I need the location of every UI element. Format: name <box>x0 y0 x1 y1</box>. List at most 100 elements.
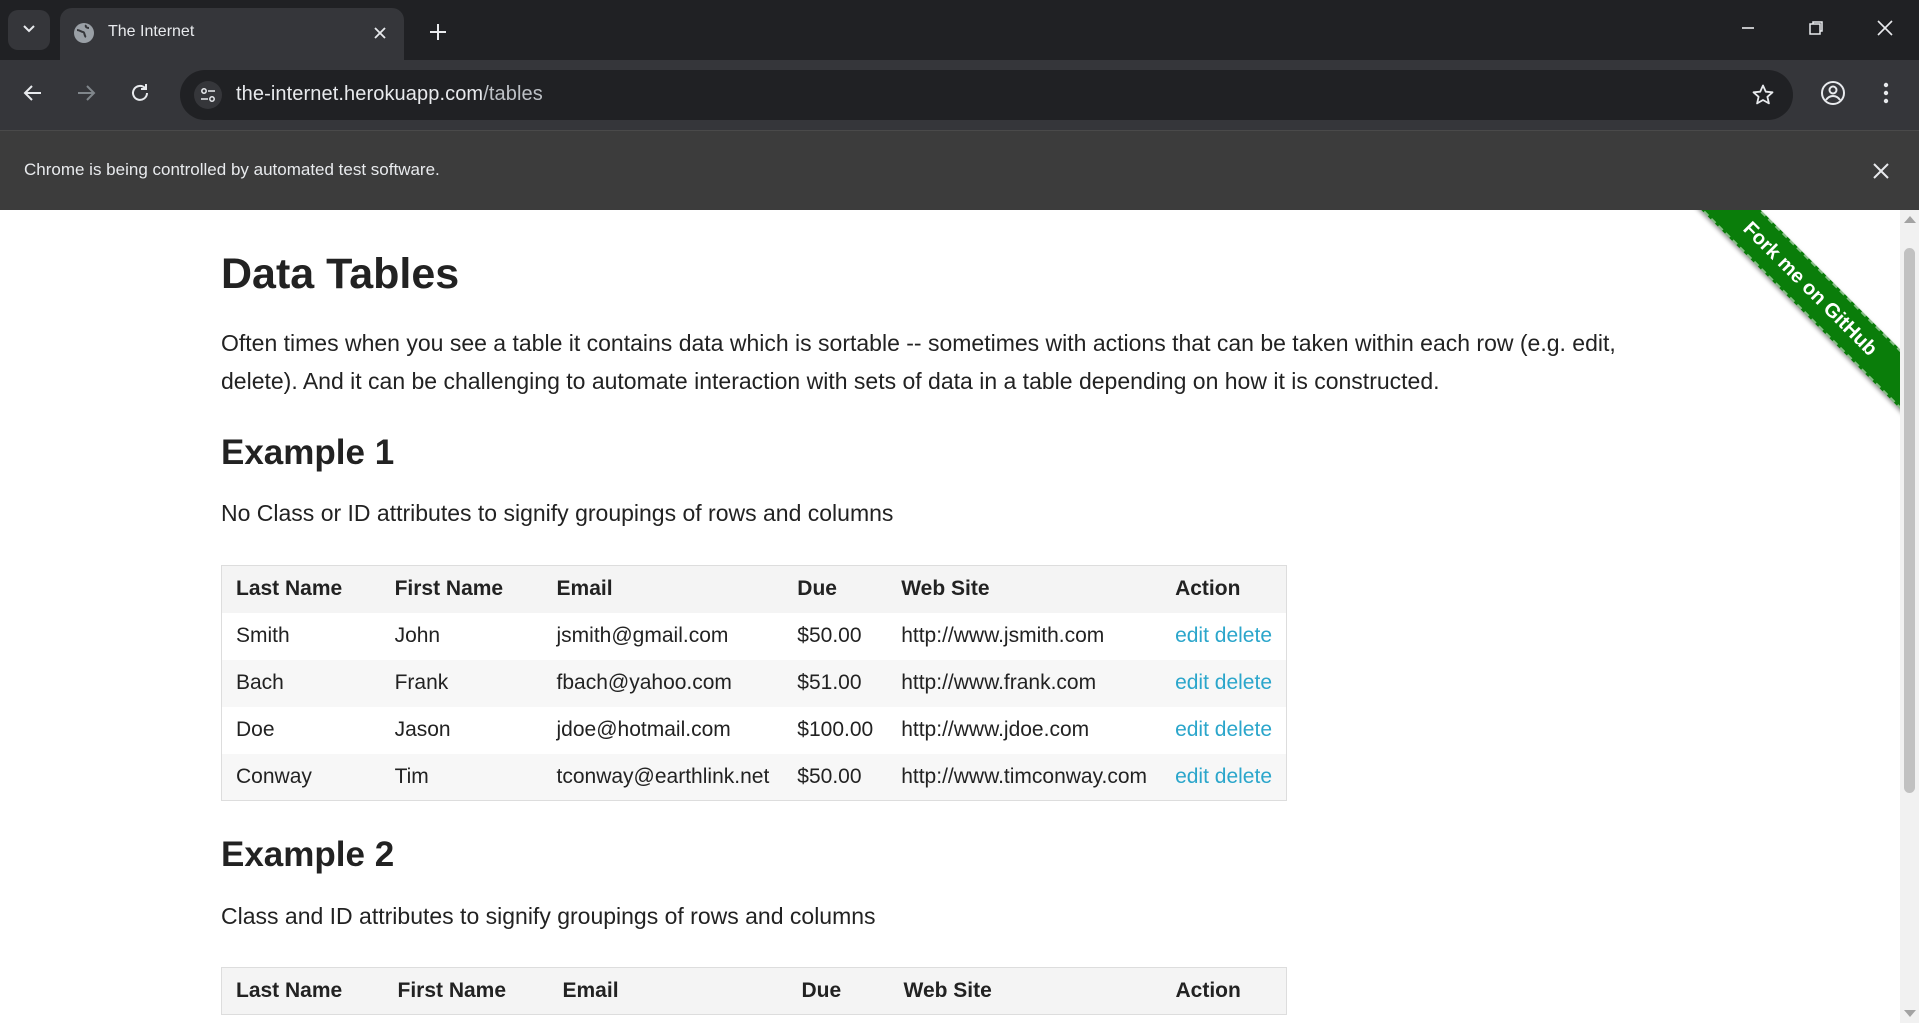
tab-title: The Internet <box>108 23 195 40</box>
delete-link[interactable]: delete <box>1215 718 1272 741</box>
column-header-due[interactable]: Due <box>783 565 888 613</box>
cell-action: edit delete <box>1161 753 1287 801</box>
table-example2: Last Name First Name Email Due Web Site … <box>221 967 1287 1015</box>
cell-last-name: Conway <box>221 753 381 801</box>
cell-first-name: Tim <box>380 753 543 801</box>
browser-toolbar: the-internet.herokuapp.com/tables <box>0 60 1919 130</box>
example2-heading: Example 2 <box>221 835 395 874</box>
delete-link[interactable]: delete <box>1215 624 1272 647</box>
tab-close-icon[interactable] <box>368 21 392 45</box>
column-header-email[interactable]: Email <box>548 967 788 1015</box>
tab-search-button[interactable] <box>8 10 50 50</box>
column-header-last-name[interactable]: Last Name <box>221 967 384 1015</box>
more-vertical-icon <box>1883 82 1889 109</box>
reload-icon <box>129 82 151 109</box>
cell-due: $50.00 <box>797 624 862 647</box>
cell-first-name: John <box>394 624 441 647</box>
example1-description: No Class or ID attributes to signify gro… <box>221 500 894 526</box>
cell-web-site: http://www.jdoe.com <box>901 718 1090 741</box>
plus-icon <box>428 22 448 47</box>
example2-description: Class and ID attributes to signify group… <box>221 903 876 929</box>
new-tab-button[interactable] <box>420 16 456 52</box>
cell-action: edit delete <box>1161 613 1286 660</box>
chevron-down-icon <box>21 20 37 41</box>
cell-first-name: Frank <box>380 659 543 707</box>
bookmark-star-icon[interactable] <box>1747 79 1779 111</box>
github-ribbon[interactable]: Fork me on GitHub <box>1690 210 1900 420</box>
arrow-right-icon <box>75 82 97 109</box>
column-header-first-name[interactable]: First Name <box>383 967 549 1015</box>
delete-link[interactable]: delete <box>1215 671 1272 694</box>
edit-link[interactable]: edit <box>1175 624 1209 647</box>
cell-last-name: Doe <box>236 718 275 741</box>
intro-paragraph: Often times when you see a table it cont… <box>221 330 1616 394</box>
close-icon <box>1876 19 1894 42</box>
scrollbar-thumb[interactable] <box>1904 248 1915 793</box>
minimize-button[interactable] <box>1718 8 1778 52</box>
cell-last-name: Bach <box>221 659 381 707</box>
table-row: Smith John jsmith@gmail.com $50.00 http:… <box>222 613 1287 660</box>
cell-web-site: http://www.frank.com <box>887 659 1162 707</box>
globe-icon <box>72 21 96 45</box>
restore-button[interactable] <box>1786 8 1846 52</box>
table-header-row: Last Name First Name Email Due Web Site … <box>221 565 1287 613</box>
tab-strip: The Internet <box>0 0 1919 60</box>
profile-button[interactable] <box>1812 74 1854 116</box>
url-path: /tables <box>483 83 543 105</box>
table-row: Bach Frank fbach@yahoo.com $51.00 http:/… <box>221 659 1287 707</box>
infobar-message: Chrome is being controlled by automated … <box>24 160 440 179</box>
cell-due: $100.00 <box>797 718 874 741</box>
edit-link[interactable]: edit <box>1175 718 1209 741</box>
cell-email: jsmith@gmail.com <box>556 624 729 647</box>
automation-infobar: Chrome is being controlled by automated … <box>0 130 1919 210</box>
cell-action: edit delete <box>1161 659 1287 707</box>
reload-button[interactable] <box>119 74 161 116</box>
infobar-close-icon[interactable] <box>1867 157 1895 185</box>
cell-email: fbach@yahoo.com <box>542 659 784 707</box>
close-window-button[interactable] <box>1855 8 1915 52</box>
edit-link[interactable]: edit <box>1175 765 1209 788</box>
edit-link[interactable]: edit <box>1175 671 1209 694</box>
column-header-web-site[interactable]: Web Site <box>887 565 1162 613</box>
cell-last-name: Smith <box>236 624 290 647</box>
column-header-first-name[interactable]: First Name <box>380 565 543 613</box>
browser-tab[interactable]: The Internet <box>60 8 404 60</box>
url-host: the-internet.herokuapp.com <box>236 83 484 105</box>
table-header-row: Last Name First Name Email Due Web Site … <box>221 967 1287 1015</box>
arrow-left-icon <box>22 82 44 109</box>
github-ribbon-text: Fork me on GitHub <box>1738 217 1882 361</box>
column-header-web-site[interactable]: Web Site <box>889 967 1162 1015</box>
address-bar[interactable]: the-internet.herokuapp.com/tables <box>180 70 1793 120</box>
url-text[interactable]: the-internet.herokuapp.com/tables <box>236 83 543 106</box>
example1-heading: Example 1 <box>221 433 395 472</box>
table-row: Conway Tim tconway@earthlink.net $50.00 … <box>221 753 1287 801</box>
menu-button[interactable] <box>1865 74 1907 116</box>
page-scrollbar[interactable] <box>1900 210 1919 1023</box>
column-header-due[interactable]: Due <box>787 967 890 1015</box>
back-button[interactable] <box>12 74 54 116</box>
delete-link[interactable]: delete <box>1215 765 1272 788</box>
column-header-last-name[interactable]: Last Name <box>221 565 381 613</box>
restore-icon <box>1808 20 1824 41</box>
account-icon <box>1820 80 1846 111</box>
cell-web-site: http://www.timconway.com <box>887 753 1162 801</box>
cell-email: jdoe@hotmail.com <box>556 718 731 741</box>
cell-email: tconway@earthlink.net <box>542 753 784 801</box>
cell-web-site: http://www.jsmith.com <box>901 624 1105 647</box>
minimize-icon <box>1740 20 1756 41</box>
forward-button[interactable] <box>65 74 107 116</box>
page-title: Data Tables <box>221 250 460 298</box>
github-ribbon-band[interactable]: Fork me on GitHub <box>1690 210 1900 417</box>
table-example1: Last Name First Name Email Due Web Site … <box>221 565 1287 801</box>
scroll-down-arrow-icon[interactable] <box>1904 1010 1916 1017</box>
column-header-action: Action <box>1161 967 1287 1015</box>
column-header-action: Action <box>1161 565 1287 613</box>
column-header-email[interactable]: Email <box>542 565 784 613</box>
cell-due: $51.00 <box>783 659 888 707</box>
cell-action: edit delete <box>1161 707 1286 754</box>
page-viewport: Data Tables Often times when you see a t… <box>0 210 1900 1023</box>
cell-due: $50.00 <box>783 753 888 801</box>
scroll-up-arrow-icon[interactable] <box>1904 216 1916 223</box>
cell-first-name: Jason <box>394 718 451 741</box>
site-settings-icon[interactable] <box>194 81 222 109</box>
